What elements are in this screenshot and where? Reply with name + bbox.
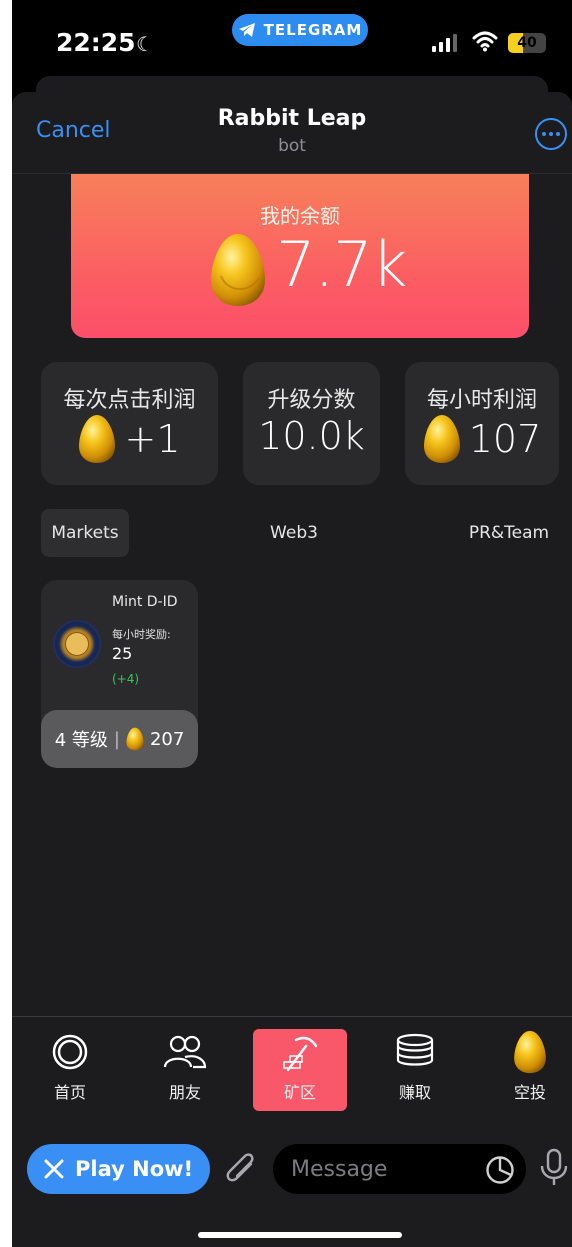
card-level: 4 等级 (54, 730, 108, 751)
nav-home[interactable]: 首页 (23, 1029, 117, 1111)
nav-earn[interactable]: 赚取 (368, 1029, 462, 1111)
paperclip-icon[interactable] (225, 1150, 259, 1188)
home-indicator[interactable] (198, 1232, 402, 1238)
balance-label: 我的余额 (260, 204, 340, 228)
phone-screen: 22:25 ☾ TELEGRAM 40 Cancel Rabbit Leap b… (12, 0, 572, 1247)
battery-icon: 40 (508, 33, 546, 53)
nav-label: 矿区 (283, 1083, 316, 1102)
nav-label: 赚取 (398, 1083, 431, 1102)
mini-app-window: Cancel Rabbit Leap bot 我的余额 7.7k 每次点击利润 … (12, 92, 572, 1247)
egg-icon (423, 415, 460, 463)
message-input[interactable] (291, 1144, 471, 1194)
egg-icon (514, 1030, 546, 1074)
sticker-icon[interactable] (485, 1155, 515, 1185)
telegram-label: TELEGRAM (263, 21, 363, 39)
stat-value: 10.0k (258, 414, 365, 458)
stat-label: 每次点击利润 (63, 388, 196, 413)
telegram-plane-icon (238, 23, 255, 37)
tab-pr-team[interactable]: PR&Team (458, 509, 560, 557)
message-composer: Play Now! (12, 1136, 572, 1247)
egg-icon (211, 234, 265, 306)
stat-upgrade-score: 升级分数 10.0k (243, 362, 380, 485)
card-cost: 207 (149, 728, 185, 750)
nav-label: 朋友 (168, 1083, 201, 1102)
balance-value: 7.7k (276, 228, 408, 301)
nav-airdrop[interactable]: 空投 (483, 1029, 572, 1111)
cellular-signal-icon (432, 34, 457, 52)
pickaxe-icon (283, 1036, 318, 1072)
coins-stack-icon (396, 1033, 434, 1066)
play-now-label: Play Now! (75, 1157, 194, 1181)
nav-mine[interactable]: 矿区 (253, 1029, 347, 1111)
card-reward-value: 25 (112, 644, 133, 663)
bot-header: Cancel Rabbit Leap bot (12, 92, 572, 174)
telegram-pill[interactable]: TELEGRAM (232, 14, 368, 46)
moon-icon: ☾ (136, 32, 154, 56)
close-x-icon (44, 1159, 64, 1179)
tab-markets[interactable]: Markets (41, 509, 129, 557)
stat-profit-per-tap: 每次点击利润 +1 (41, 362, 218, 485)
wifi-icon (472, 31, 498, 52)
status-time: 22:25 (56, 28, 136, 57)
stat-profit-per-hour: 每小时利润 107 (405, 362, 559, 485)
card-level-cost: 4 等级 | 207 (41, 710, 198, 768)
egg-icon (126, 727, 144, 751)
friends-icon (163, 1035, 207, 1069)
battery-level: 40 (517, 35, 537, 51)
nav-label: 首页 (53, 1083, 86, 1102)
microphone-icon[interactable] (540, 1148, 568, 1186)
home-ring-icon (52, 1034, 88, 1070)
card-reward-label: 每小时奖励: (112, 628, 171, 641)
bot-subtitle: bot (278, 136, 306, 156)
nav-friends[interactable]: 朋友 (138, 1029, 232, 1111)
more-options-icon[interactable] (535, 118, 567, 150)
stat-value: +1 (124, 417, 181, 461)
bottom-nav: 首页 朋友 矿区 赚取 空投 (12, 1016, 572, 1136)
message-field[interactable] (273, 1144, 526, 1194)
stat-label: 升级分数 (267, 388, 356, 413)
balance-panel: 我的余额 7.7k (71, 174, 529, 338)
card-title: Mint D-ID (112, 594, 178, 610)
nav-label: 空投 (513, 1083, 546, 1102)
status-bar: 22:25 ☾ TELEGRAM 40 (12, 0, 572, 80)
play-now-button[interactable]: Play Now! (27, 1144, 210, 1194)
card-reward-delta: (+4) (112, 672, 140, 686)
upgrade-card-mint-did[interactable]: Mint D-ID 每小时奖励: 25 (+4) 4 等级 | 207 (41, 580, 198, 768)
bot-title: Rabbit Leap (217, 106, 367, 131)
egg-icon (79, 415, 116, 463)
tab-web3[interactable]: Web3 (246, 509, 342, 557)
stat-label: 每小时利润 (426, 388, 537, 413)
mint-did-logo-icon (53, 620, 101, 668)
stat-value: 107 (468, 417, 542, 461)
card-separator: | (113, 728, 120, 750)
